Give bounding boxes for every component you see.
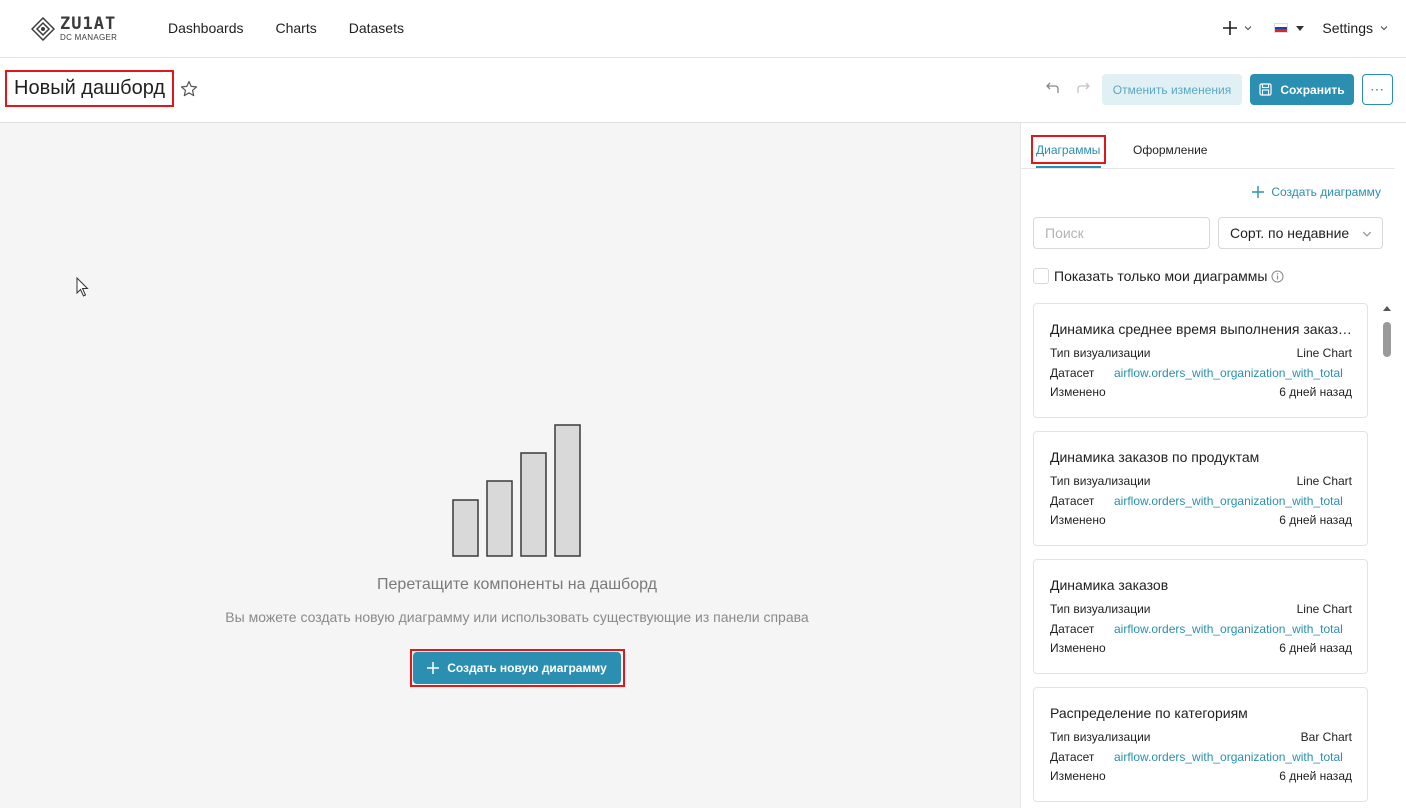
dataset-link[interactable]: airflow.orders_with_organization_with_to… bbox=[1114, 622, 1352, 636]
nav-link-dashboards[interactable]: Dashboards bbox=[168, 20, 244, 36]
language-menu[interactable] bbox=[1274, 23, 1305, 33]
viz-type-label: Тип визуализации bbox=[1050, 346, 1151, 360]
info-icon[interactable] bbox=[1271, 270, 1284, 283]
chart-card-title: Динамика заказов по продуктам bbox=[1050, 449, 1260, 465]
mouse-cursor-icon bbox=[76, 277, 89, 297]
dataset-label: Датасет bbox=[1050, 494, 1095, 508]
chart-card[interactable]: Распределение по категориям Тип визуализ… bbox=[1033, 687, 1368, 802]
save-button[interactable]: Сохранить bbox=[1250, 74, 1354, 105]
chart-list: Динамика среднее время выполнения заказо… bbox=[1033, 303, 1369, 808]
empty-state-subtitle: Вы можете создать новую диаграмму или ис… bbox=[225, 609, 809, 625]
scrollbar-thumb[interactable] bbox=[1383, 322, 1391, 357]
create-chart-link-label: Создать диаграмму bbox=[1271, 185, 1381, 199]
more-options-button[interactable]: ⋯ bbox=[1362, 74, 1393, 105]
modified-value: 6 дней назад bbox=[1279, 385, 1352, 399]
viz-type-label: Тип визуализации bbox=[1050, 474, 1151, 488]
chevron-down-icon bbox=[1244, 26, 1252, 31]
show-mine-label: Показать только мои диаграммы bbox=[1054, 268, 1268, 284]
chart-card-title: Распределение по категориям bbox=[1050, 705, 1248, 721]
logo-subtitle: DC MANAGER bbox=[60, 33, 118, 42]
settings-label: Settings bbox=[1322, 20, 1373, 36]
plus-icon bbox=[1252, 186, 1265, 198]
modified-label: Изменено bbox=[1050, 641, 1106, 655]
modified-label: Изменено bbox=[1050, 385, 1106, 399]
chart-card[interactable]: Динамика заказов по продуктам Тип визуал… bbox=[1033, 431, 1368, 546]
dataset-link[interactable]: airflow.orders_with_organization_with_to… bbox=[1114, 494, 1352, 508]
chevron-down-icon bbox=[1380, 26, 1388, 31]
tab-design[interactable]: Оформление bbox=[1133, 143, 1207, 157]
dataset-label: Датасет bbox=[1050, 750, 1095, 764]
save-icon bbox=[1259, 83, 1272, 96]
dataset-link[interactable]: airflow.orders_with_organization_with_to… bbox=[1114, 366, 1352, 380]
create-chart-link[interactable]: Создать диаграмму bbox=[1252, 185, 1381, 199]
logo-word: ZU1AT bbox=[60, 14, 117, 34]
undo-icon[interactable] bbox=[1045, 80, 1061, 96]
dataset-label: Датасет bbox=[1050, 366, 1095, 380]
search-input[interactable] bbox=[1033, 217, 1210, 249]
active-tab-indicator bbox=[1036, 166, 1101, 168]
modified-label: Изменено bbox=[1050, 513, 1106, 527]
modified-value: 6 дней назад bbox=[1279, 769, 1352, 783]
show-mine-checkbox[interactable] bbox=[1033, 268, 1049, 284]
plus-icon bbox=[427, 662, 440, 674]
create-new-chart-label: Создать новую диаграмму bbox=[447, 661, 607, 675]
sidebar-tabs: Диаграммы Оформление bbox=[1021, 123, 1395, 169]
dashboard-header: Новый дашборд Отменить изменения Сохрани… bbox=[0, 58, 1406, 123]
chevron-down-icon bbox=[1362, 231, 1372, 237]
discard-changes-button[interactable]: Отменить изменения bbox=[1102, 74, 1242, 105]
create-new-chart-button[interactable]: Создать новую диаграмму bbox=[413, 652, 621, 684]
save-button-label: Сохранить bbox=[1280, 82, 1345, 97]
sort-select[interactable]: Сорт. по недавние bbox=[1218, 217, 1383, 249]
russian-flag-icon bbox=[1274, 23, 1289, 33]
viz-type-value: Line Chart bbox=[1296, 474, 1352, 488]
nav-link-datasets[interactable]: Datasets bbox=[349, 20, 404, 36]
chart-card-title: Динамика среднее время выполнения заказо… bbox=[1050, 321, 1352, 337]
top-navigation: ZU1AT DC MANAGER Dashboards Charts Datas… bbox=[0, 0, 1406, 58]
redo-icon[interactable] bbox=[1075, 80, 1091, 96]
chart-card-title: Динамика заказов bbox=[1050, 577, 1169, 593]
modified-value: 6 дней назад bbox=[1279, 513, 1352, 527]
viz-type-value: Line Chart bbox=[1296, 602, 1352, 616]
chart-sidebar: Диаграммы Оформление Создать диаграмму С… bbox=[1020, 123, 1406, 808]
modified-value: 6 дней назад bbox=[1279, 641, 1352, 655]
viz-type-label: Тип визуализации bbox=[1050, 730, 1151, 744]
nav-link-charts[interactable]: Charts bbox=[276, 20, 317, 36]
bar-chart-illustration-icon bbox=[452, 424, 581, 557]
plus-icon bbox=[1223, 21, 1238, 35]
logo-icon bbox=[31, 17, 55, 41]
caret-down-icon bbox=[1296, 25, 1305, 31]
show-mine-filter[interactable]: Показать только мои диаграммы bbox=[1033, 268, 1284, 284]
sort-select-value: Сорт. по недавние bbox=[1230, 225, 1350, 241]
viz-type-label: Тип визуализации bbox=[1050, 602, 1151, 616]
viz-type-value: Line Chart bbox=[1296, 346, 1352, 360]
dataset-label: Датасет bbox=[1050, 622, 1095, 636]
logo[interactable]: ZU1AT DC MANAGER bbox=[31, 13, 117, 45]
empty-state-title: Перетащите компоненты на дашборд bbox=[377, 576, 657, 593]
chart-card[interactable]: Динамика заказов Тип визуализации Line Ch… bbox=[1033, 559, 1368, 674]
tab-charts[interactable]: Диаграммы bbox=[1036, 143, 1100, 157]
dataset-link[interactable]: airflow.orders_with_organization_with_to… bbox=[1114, 750, 1352, 764]
ellipsis-icon: ⋯ bbox=[1370, 81, 1385, 97]
modified-label: Изменено bbox=[1050, 769, 1106, 783]
viz-type-value: Bar Chart bbox=[1300, 730, 1352, 744]
dashboard-canvas[interactable]: Перетащите компоненты на дашборд Вы може… bbox=[0, 123, 1020, 808]
dashboard-title[interactable]: Новый дашборд bbox=[5, 70, 174, 107]
chart-list-scrollbar[interactable] bbox=[1381, 306, 1393, 808]
scroll-up-arrow-icon[interactable] bbox=[1383, 306, 1391, 311]
add-menu[interactable] bbox=[1223, 21, 1252, 35]
star-icon[interactable] bbox=[180, 80, 198, 98]
chart-card[interactable]: Динамика среднее время выполнения заказо… bbox=[1033, 303, 1368, 418]
settings-menu[interactable]: Settings bbox=[1322, 20, 1388, 36]
